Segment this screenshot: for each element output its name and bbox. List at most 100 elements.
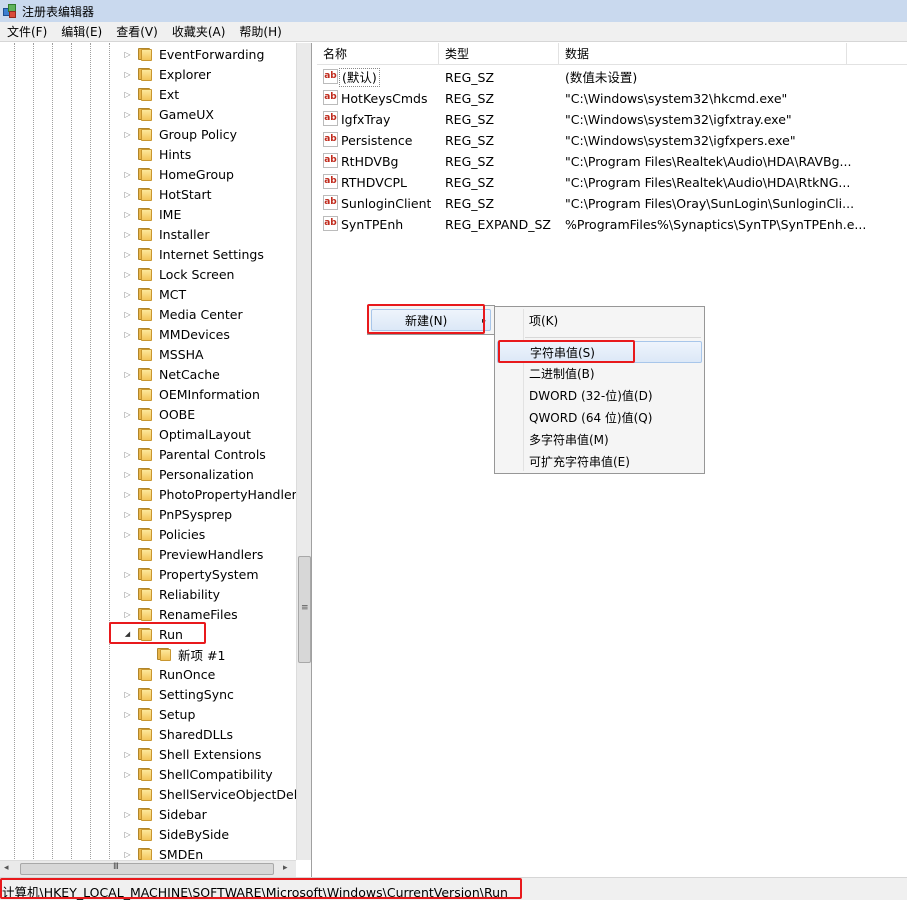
- tree-item[interactable]: ▷ RenameFiles: [0, 604, 296, 624]
- expand-arrow-icon[interactable]: ▷: [123, 304, 132, 324]
- tree-item[interactable]: ▷ EventForwarding: [0, 44, 296, 64]
- submenu-item-qword-value[interactable]: QWORD (64 位)值(Q): [497, 407, 702, 429]
- tree-item[interactable]: ▷ GameUX: [0, 104, 296, 124]
- scroll-left-arrow-icon[interactable]: ◂: [4, 863, 9, 873]
- tree-item[interactable]: SharedDLLs: [0, 724, 296, 744]
- expand-arrow-icon[interactable]: ▷: [123, 124, 132, 144]
- expand-arrow-icon[interactable]: ▷: [123, 184, 132, 204]
- menu-file[interactable]: 文件(F): [0, 22, 54, 42]
- expand-arrow-icon[interactable]: ▷: [123, 464, 132, 484]
- tree-item[interactable]: ▷ ShellCompatibility: [0, 764, 296, 784]
- tree-item[interactable]: ▷ Setup: [0, 704, 296, 724]
- tree-item[interactable]: ▷ HomeGroup: [0, 164, 296, 184]
- expand-arrow-icon[interactable]: ▷: [123, 564, 132, 584]
- expand-arrow-icon[interactable]: ▷: [123, 244, 132, 264]
- value-row[interactable]: ab Persistence REG_SZ "C:\Windows\system32\…: [317, 130, 907, 151]
- tree-item[interactable]: RunOnce: [0, 664, 296, 684]
- submenu-item-multi-string-value[interactable]: 多字符串值(M): [497, 429, 702, 451]
- tree-item[interactable]: OEMInformation: [0, 384, 296, 404]
- scroll-right-arrow-icon[interactable]: ▸: [283, 863, 288, 873]
- value-row[interactable]: ab (默认) REG_SZ (数值未设置): [317, 67, 907, 88]
- expand-arrow-icon[interactable]: ▷: [123, 584, 132, 604]
- tree-item[interactable]: ▷ Media Center: [0, 304, 296, 324]
- tree-vertical-scrollbar[interactable]: ≡: [296, 43, 311, 860]
- tree-item[interactable]: Hints: [0, 144, 296, 164]
- expand-arrow-icon[interactable]: ▷: [123, 404, 132, 424]
- tree-item[interactable]: ▷ Ext: [0, 84, 296, 104]
- menu-favorites[interactable]: 收藏夹(A): [165, 22, 233, 42]
- expand-arrow-icon[interactable]: ▷: [123, 504, 132, 524]
- expand-arrow-icon[interactable]: ▷: [123, 824, 132, 844]
- expand-arrow-icon[interactable]: ▷: [123, 684, 132, 704]
- column-header-type[interactable]: 类型: [439, 43, 559, 65]
- tree-item[interactable]: ▷ SideBySide: [0, 824, 296, 844]
- title-bar[interactable]: 注册表编辑器: [0, 0, 907, 22]
- expand-arrow-icon[interactable]: ▷: [123, 84, 132, 104]
- tree-item[interactable]: ▷ Reliability: [0, 584, 296, 604]
- tree-item[interactable]: ▷ PnPSysprep: [0, 504, 296, 524]
- tree-item[interactable]: ▷ Sidebar: [0, 804, 296, 824]
- value-row[interactable]: ab IgfxTray REG_SZ "C:\Windows\system32\igf…: [317, 109, 907, 130]
- expand-arrow-icon[interactable]: ▷: [123, 364, 132, 384]
- tree-item[interactable]: ▷ MMDevices: [0, 324, 296, 344]
- tree-item[interactable]: OptimalLayout: [0, 424, 296, 444]
- tree-item[interactable]: ▷ OOBE: [0, 404, 296, 424]
- expand-arrow-icon[interactable]: ▷: [123, 264, 132, 284]
- submenu-item-expandable-string-value[interactable]: 可扩充字符串值(E): [497, 451, 702, 473]
- menu-edit[interactable]: 编辑(E): [54, 22, 109, 42]
- tree-item[interactable]: ShellServiceObjectDelay: [0, 784, 311, 804]
- column-header-name[interactable]: 名称: [317, 43, 439, 65]
- folder-icon: [138, 507, 154, 521]
- expand-arrow-icon[interactable]: ▷: [123, 444, 132, 464]
- tree-item[interactable]: ▷ Explorer: [0, 64, 296, 84]
- submenu-item-binary-value[interactable]: 二进制值(B): [497, 363, 702, 385]
- tree-item[interactable]: ▷ Internet Settings: [0, 244, 296, 264]
- expand-arrow-icon[interactable]: ▷: [123, 484, 132, 504]
- tree-item[interactable]: ▷ MCT: [0, 284, 296, 304]
- expand-arrow-icon[interactable]: ▷: [123, 164, 132, 184]
- tree-item[interactable]: ▷ IME: [0, 204, 296, 224]
- tree-item[interactable]: ▷ NetCache: [0, 364, 296, 384]
- submenu-item-key[interactable]: 项(K): [497, 310, 702, 332]
- expand-arrow-icon[interactable]: ▷: [123, 604, 132, 624]
- menu-view[interactable]: 查看(V): [109, 22, 165, 42]
- expand-arrow-icon[interactable]: ▷: [123, 64, 132, 84]
- registry-tree-pane[interactable]: ▷ EventForwarding ▷ Explorer ▷ Ext ▷ GameUX ▷ Gro…: [0, 43, 312, 877]
- tree-item[interactable]: ▷ Shell Extensions: [0, 744, 296, 764]
- value-row[interactable]: ab RTHDVCPL REG_SZ "C:\Program Files\Realte…: [317, 172, 907, 193]
- tree-vertical-scroll-thumb[interactable]: ≡: [298, 556, 311, 663]
- expand-arrow-icon[interactable]: ▷: [123, 524, 132, 544]
- expand-arrow-icon[interactable]: ▷: [123, 224, 132, 244]
- tree-horizontal-scroll-thumb[interactable]: III: [20, 862, 274, 875]
- expand-arrow-icon[interactable]: ▷: [123, 324, 132, 344]
- value-row[interactable]: ab SunloginClient REG_SZ "C:\Program Files\…: [317, 193, 907, 214]
- expand-arrow-icon[interactable]: ▷: [123, 204, 132, 224]
- tree-horizontal-scrollbar[interactable]: ◂ III ▸: [0, 860, 296, 877]
- expand-arrow-icon[interactable]: ▷: [123, 744, 132, 764]
- tree-item[interactable]: PreviewHandlers: [0, 544, 296, 564]
- tree-item[interactable]: 新项 #1: [0, 644, 296, 664]
- expand-arrow-icon[interactable]: ▷: [123, 804, 132, 824]
- expand-arrow-icon[interactable]: ▷: [123, 764, 132, 784]
- value-row[interactable]: ab HotKeysCmds REG_SZ "C:\Windows\system32\…: [317, 88, 907, 109]
- tree-item[interactable]: ▷ PhotoPropertyHandler: [0, 484, 296, 504]
- tree-item[interactable]: ▷ Parental Controls: [0, 444, 296, 464]
- column-header-data[interactable]: 数据: [559, 43, 847, 65]
- value-row[interactable]: ab SynTPEnh REG_EXPAND_SZ %ProgramFiles%\Sy…: [317, 214, 907, 235]
- tree-item[interactable]: ▷ Lock Screen: [0, 264, 296, 284]
- tree-item[interactable]: ▷ Group Policy: [0, 124, 296, 144]
- tree-item[interactable]: ▷ HotStart: [0, 184, 296, 204]
- tree-item[interactable]: ▷ PropertySystem: [0, 564, 296, 584]
- expand-arrow-icon[interactable]: ▷: [123, 284, 132, 304]
- tree-item[interactable]: ▷ SettingSync: [0, 684, 296, 704]
- expand-arrow-icon[interactable]: ▷: [123, 104, 132, 124]
- value-row[interactable]: ab RtHDVBg REG_SZ "C:\Program Files\Realtek…: [317, 151, 907, 172]
- menu-help[interactable]: 帮助(H): [232, 22, 288, 42]
- expand-arrow-icon[interactable]: ▷: [123, 704, 132, 724]
- tree-item[interactable]: MSSHA: [0, 344, 296, 364]
- submenu-item-dword-value[interactable]: DWORD (32-位)值(D): [497, 385, 702, 407]
- tree-item[interactable]: ▷ Personalization: [0, 464, 296, 484]
- expand-arrow-icon[interactable]: ▷: [123, 44, 132, 64]
- tree-item[interactable]: ▷ Policies: [0, 524, 296, 544]
- tree-item[interactable]: ▷ Installer: [0, 224, 296, 244]
